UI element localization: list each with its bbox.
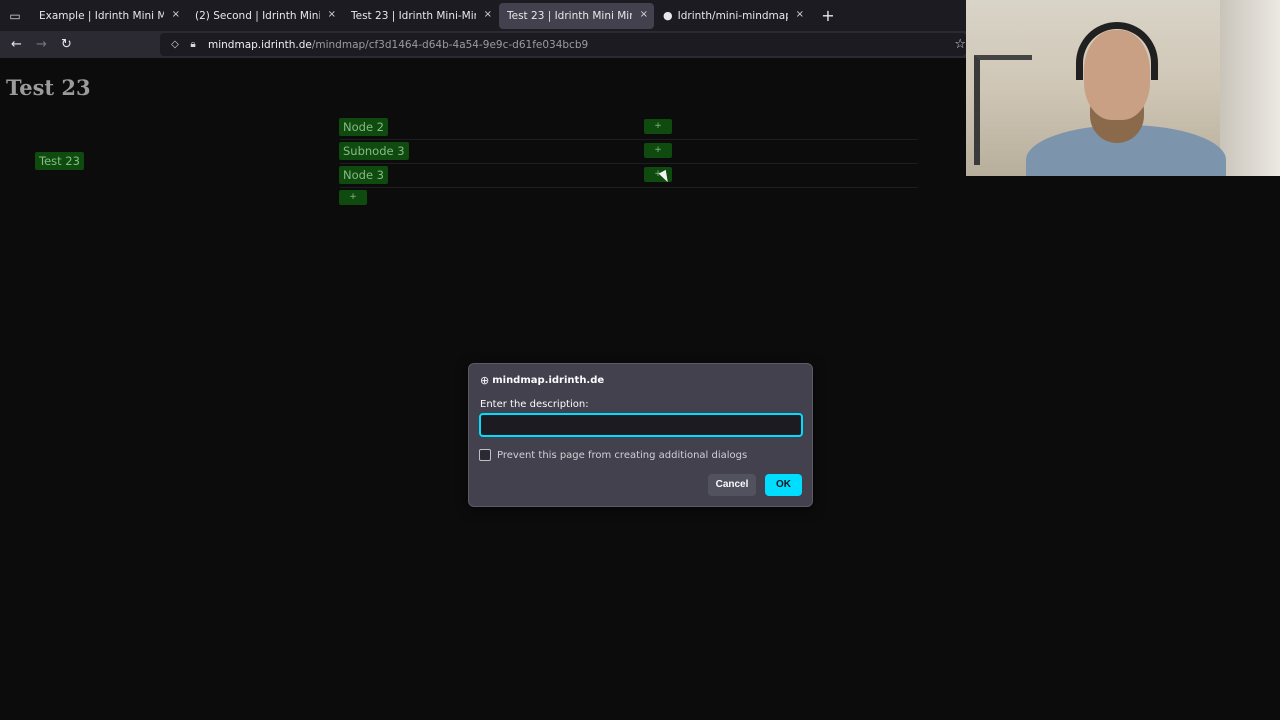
- url-bar[interactable]: ◇ 🔒︎ mindmap.idrinth.de/mindmap/cf3d1464…: [160, 33, 966, 56]
- ok-button[interactable]: OK: [765, 474, 802, 496]
- row-divider: [340, 139, 918, 140]
- prevent-dialogs-checkbox[interactable]: [479, 449, 491, 461]
- shield-icon[interactable]: ◇: [166, 39, 184, 50]
- tab-title: Idrinth/mini-mindmap: A: [677, 9, 788, 22]
- webcam-background: [1220, 0, 1280, 176]
- add-child-button[interactable]: +: [644, 143, 672, 158]
- forward-arrow-icon[interactable]: →: [29, 32, 54, 57]
- dialog-origin-text: mindmap.idrinth.de: [492, 375, 605, 386]
- globe-icon: ⊕: [480, 374, 490, 387]
- tab-title: Test 23 | Idrinth Mini Mindmap: [507, 9, 632, 22]
- webcam-background-object: [974, 55, 1032, 165]
- tab[interactable]: Example | Idrinth Mini Mindmap ×: [31, 3, 186, 29]
- add-child-button[interactable]: +: [644, 119, 672, 134]
- close-icon[interactable]: ×: [484, 9, 492, 20]
- dialog-origin: ⊕ mindmap.idrinth.de: [480, 374, 604, 387]
- tab-title: Example | Idrinth Mini Mindmap: [39, 9, 164, 22]
- row-divider: [340, 187, 918, 188]
- mindmap-node[interactable]: Subnode 3: [339, 142, 409, 160]
- mindmap-node[interactable]: Node 2: [339, 118, 388, 136]
- description-input[interactable]: [479, 413, 803, 437]
- add-node-button[interactable]: +: [339, 190, 367, 205]
- tab-title: Test 23 | Idrinth Mini-Mindmap: [351, 9, 476, 22]
- webcam-overlay: [966, 0, 1280, 176]
- dialog-label: Enter the description:: [480, 399, 589, 410]
- prompt-dialog: ⊕ mindmap.idrinth.de Enter the descripti…: [468, 363, 813, 507]
- prevent-dialogs-label[interactable]: Prevent this page from creating addition…: [497, 450, 747, 461]
- tab-active[interactable]: Test 23 | Idrinth Mini Mindmap ×: [499, 2, 654, 29]
- close-icon[interactable]: ×: [796, 9, 804, 20]
- lock-icon[interactable]: 🔒︎: [184, 39, 202, 50]
- row-divider: [340, 163, 918, 164]
- github-icon: ●: [663, 9, 673, 22]
- tab[interactable]: Test 23 | Idrinth Mini-Mindmap ×: [343, 3, 498, 29]
- mindmap-node[interactable]: Node 3: [339, 166, 388, 184]
- back-arrow-icon[interactable]: ←: [4, 32, 29, 57]
- reload-icon[interactable]: ↻: [54, 32, 79, 57]
- close-icon[interactable]: ×: [640, 9, 648, 20]
- bookmark-star-icon[interactable]: ☆: [954, 37, 966, 52]
- nav-bar: ← → ↻ ◇ 🔒︎ mindmap.idrinth.de/mindmap/cf…: [0, 31, 966, 58]
- tab[interactable]: ● Idrinth/mini-mindmap: A ×: [655, 3, 810, 29]
- url-path: /mindmap/cf3d1464-d64b-4a54-9e9c-d61fe03…: [311, 38, 589, 51]
- page-title: Test 23: [6, 75, 91, 100]
- root-node[interactable]: Test 23: [35, 152, 84, 170]
- new-tab-button[interactable]: +: [818, 6, 838, 25]
- headset-icon: [1076, 22, 1158, 80]
- cancel-button[interactable]: Cancel: [708, 474, 756, 496]
- url-host: mindmap.idrinth.de: [208, 38, 312, 51]
- tab-strip: ▭ Example | Idrinth Mini Mindmap × (2) S…: [0, 0, 966, 31]
- close-icon[interactable]: ×: [328, 9, 336, 20]
- prevent-dialogs-row[interactable]: Prevent this page from creating addition…: [479, 449, 747, 461]
- tab[interactable]: (2) Second | Idrinth Mini Mindmap ×: [187, 3, 342, 29]
- tab-title: (2) Second | Idrinth Mini Mindmap: [195, 9, 320, 22]
- tab-list-icon[interactable]: ▭: [0, 0, 30, 31]
- close-icon[interactable]: ×: [172, 9, 180, 20]
